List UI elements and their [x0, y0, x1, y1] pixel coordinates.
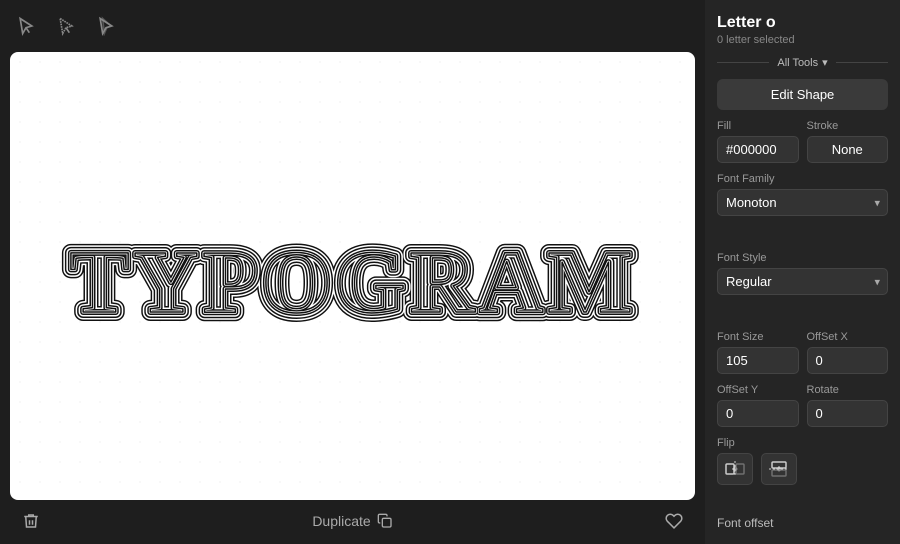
divider-left: [717, 62, 769, 63]
font-offset-label: Font offset: [717, 516, 888, 530]
trash-icon: [22, 512, 40, 530]
offset-y-input[interactable]: [717, 400, 799, 427]
font-size-input[interactable]: [717, 347, 799, 374]
offset-x-group: OffSet X: [807, 331, 889, 374]
flip-horizontal-icon: [725, 461, 745, 477]
panel-header: Letter o 0 letter selected: [717, 14, 888, 46]
toolbar: [10, 10, 695, 42]
font-style-select-wrapper: Regular Bold Italic Bold Italic: [717, 268, 888, 295]
stroke-group: Stroke None: [807, 120, 889, 163]
font-size-offsetx-row: Font Size OffSet X: [717, 331, 888, 374]
flip-buttons-row: [717, 453, 888, 485]
arrow-tool-button[interactable]: [50, 10, 82, 42]
stroke-label: Stroke: [807, 120, 889, 132]
offsety-rotate-row: OffSet Y Rotate: [717, 384, 888, 427]
font-style-select[interactable]: Regular Bold Italic Bold Italic: [717, 268, 888, 295]
offset-x-input[interactable]: [807, 347, 889, 374]
duplicate-label: Duplicate: [312, 513, 370, 529]
fill-stroke-row: Fill Stroke None: [717, 120, 888, 163]
font-family-group: Font Family Monoton Arial Times New Roma…: [717, 173, 888, 242]
flip-vertical-button[interactable]: [761, 453, 797, 485]
offset-x-label: OffSet X: [807, 331, 889, 343]
font-size-label: Font Size: [717, 331, 799, 343]
font-family-select-wrapper: Monoton Arial Times New Roman Georgia Co…: [717, 189, 888, 216]
duplicate-icon: [377, 513, 393, 529]
duplicate-button[interactable]: Duplicate: [304, 509, 400, 533]
font-style-label: Font Style: [717, 252, 888, 264]
font-family-select[interactable]: Monoton Arial Times New Roman Georgia Co…: [717, 189, 888, 216]
bottom-bar: Duplicate: [10, 500, 695, 534]
all-tools-button[interactable]: All Tools ▾: [777, 56, 827, 69]
flip-label: Flip: [717, 437, 888, 449]
rotate-group: Rotate: [807, 384, 889, 427]
rotate-input[interactable]: [807, 400, 889, 427]
favorite-button[interactable]: [657, 508, 691, 534]
font-size-group: Font Size: [717, 331, 799, 374]
font-style-group: Font Style Regular Bold Italic Bold Ital…: [717, 252, 888, 321]
cursor-tool-button[interactable]: [10, 10, 42, 42]
chevron-down-icon: ▾: [822, 56, 828, 69]
typogram-svg: .typo { font-family: 'Georgia', serif; f…: [43, 204, 663, 344]
offset-y-label: OffSet Y: [717, 384, 799, 396]
panel-subtitle: 0 letter selected: [717, 34, 888, 46]
star-tool-button[interactable]: [90, 10, 122, 42]
fill-group: Fill: [717, 120, 799, 163]
font-family-label: Font Family: [717, 173, 888, 185]
left-panel: .typo { font-family: 'Georgia', serif; f…: [0, 0, 705, 544]
fill-label: Fill: [717, 120, 799, 132]
fill-input[interactable]: [717, 136, 799, 163]
stroke-display: None: [807, 136, 889, 163]
delete-button[interactable]: [14, 508, 48, 534]
flip-horizontal-button[interactable]: [717, 453, 753, 485]
all-tools-divider: All Tools ▾: [717, 56, 888, 69]
all-tools-label: All Tools: [777, 57, 818, 69]
flip-vertical-icon: [769, 461, 789, 477]
divider-right: [836, 62, 888, 63]
offset-y-group: OffSet Y: [717, 384, 799, 427]
right-panel: Letter o 0 letter selected All Tools ▾ E…: [705, 0, 900, 544]
edit-shape-button[interactable]: Edit Shape: [717, 79, 888, 110]
flip-group: Flip: [717, 437, 888, 506]
heart-icon: [665, 512, 683, 530]
svg-text:TYPOGRAM: TYPOGRAM: [69, 233, 636, 332]
canvas-area[interactable]: .typo { font-family: 'Georgia', serif; f…: [10, 52, 695, 500]
canvas-text-container: .typo { font-family: 'Georgia', serif; f…: [43, 204, 663, 349]
panel-title: Letter o: [717, 14, 888, 32]
rotate-label: Rotate: [807, 384, 889, 396]
